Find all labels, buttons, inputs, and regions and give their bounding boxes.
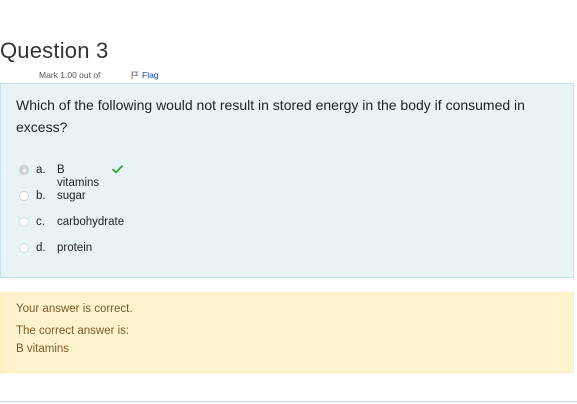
check-icon: [112, 165, 123, 177]
answer-option-b[interactable]: b. sugar: [19, 190, 219, 206]
answer-letter: d.: [36, 242, 46, 254]
answer-label: sugar: [57, 190, 86, 202]
question-info: Mark 1.00 out of Flag: [0, 68, 178, 84]
flag-label: Flag: [142, 70, 159, 80]
question-mark: Mark 1.00 out of: [39, 70, 101, 80]
question-title: Question 3: [0, 38, 109, 63]
correct-answer-text: B vitamins: [16, 343, 70, 355]
page-divider: [0, 401, 577, 402]
answer-label: protein: [57, 242, 93, 254]
answer-option-a[interactable]: a. B vitamins: [19, 164, 219, 189]
flag-icon: [131, 71, 139, 80]
answer-letter: c.: [36, 216, 45, 228]
question-text: Which of the following would not result …: [16, 97, 525, 135]
answer-option-d[interactable]: d. protein: [19, 242, 219, 258]
answer-radio-b[interactable]: [19, 191, 29, 201]
answer-letter: b.: [36, 190, 46, 202]
answer-label: carbohydrate: [57, 216, 125, 228]
answer-option-c[interactable]: c. carbohydrate: [19, 216, 219, 232]
feedback-result: Your answer is correct.: [16, 303, 133, 315]
question-content: Which of the following would not result …: [0, 83, 574, 278]
correct-answer-heading: The correct answer is:: [16, 325, 130, 337]
flag-question-link[interactable]: Flag: [131, 70, 159, 80]
answer-label: B vitamins: [57, 164, 100, 189]
answer-radio-a[interactable]: [19, 165, 29, 175]
feedback-panel: Your answer is correct. The correct answ…: [0, 292, 574, 373]
answer-radio-d[interactable]: [19, 243, 29, 253]
answer-radio-c[interactable]: [19, 217, 29, 227]
answer-letter: a.: [36, 164, 46, 176]
